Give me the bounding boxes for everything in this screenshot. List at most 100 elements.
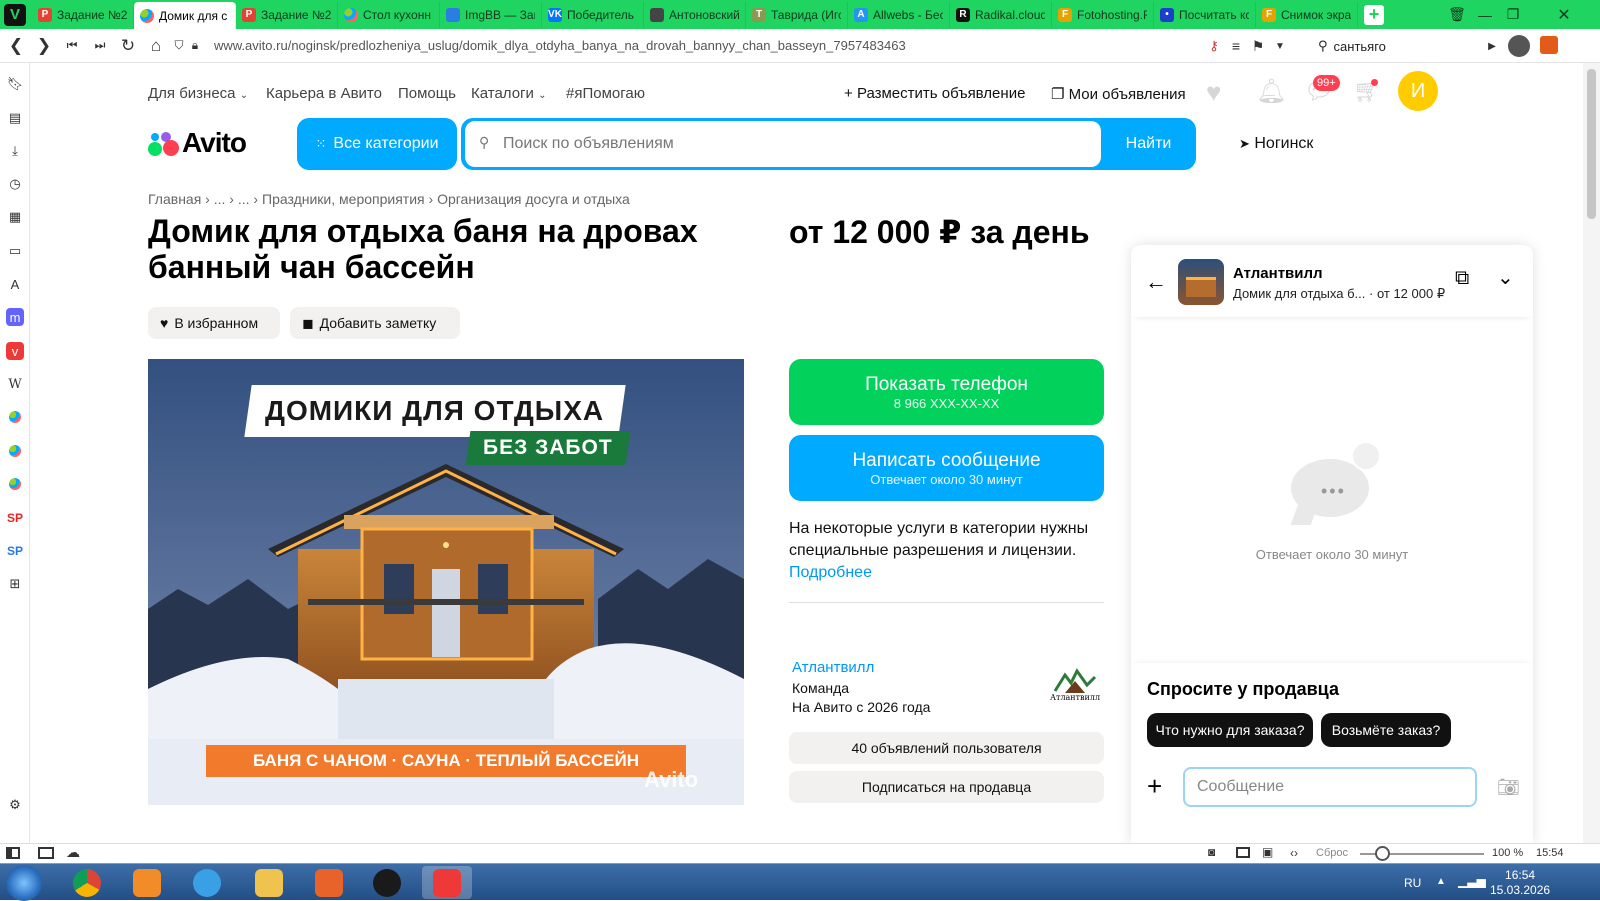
tab-9[interactable]: R Radikal.cloud	[950, 1, 1052, 28]
vivaldi-logo-icon[interactable]: V	[4, 3, 26, 26]
show-phone-button[interactable]: Показать телефон 8 966 XXX-XX-XX	[789, 359, 1104, 425]
tab-1[interactable]: Домик для с	[134, 2, 236, 29]
seller-logo[interactable]: Атлантвилл	[1047, 665, 1103, 705]
trash-icon[interactable]: 🗑	[1444, 0, 1470, 29]
write-message-button[interactable]: Написать сообщение Отвечает около 30 мин…	[789, 435, 1104, 501]
page-scrollbar[interactable]	[1583, 63, 1600, 843]
link-catalogs[interactable]: Каталоги ⌄	[471, 85, 546, 102]
panel-toggle-icon[interactable]	[6, 847, 20, 859]
downloads-icon[interactable]: ⤓	[6, 142, 24, 160]
start-button[interactable]	[6, 865, 42, 901]
minimize-button[interactable]: —	[1472, 0, 1498, 29]
more-info-link[interactable]: Подробнее	[789, 562, 1109, 584]
avito-panel-icon[interactable]	[6, 442, 24, 460]
camera-icon[interactable]: 📷︎	[1497, 777, 1520, 798]
tab-5[interactable]: VK Победитель	[542, 1, 644, 28]
sp-panel-icon[interactable]: SP	[6, 509, 24, 527]
url-field[interactable]: www.avito.ru/noginsk/predlozheniya_uslug…	[214, 38, 1174, 53]
search-input[interactable]	[465, 121, 1101, 167]
tab-8[interactable]: A Allwebs - Бес	[848, 1, 950, 28]
attach-plus-icon[interactable]: +	[1147, 773, 1162, 799]
scrollbar-thumb[interactable]	[1587, 69, 1596, 219]
collapse-chevron-icon[interactable]: ⌄	[1497, 265, 1514, 290]
sp-panel-icon[interactable]: SP	[6, 542, 24, 560]
favorite-button[interactable]: ♥ В избранном	[148, 307, 280, 339]
back-button[interactable]: ❮	[2, 32, 30, 60]
taskbar-vivaldi[interactable]	[422, 866, 472, 899]
breadcrumb-item[interactable]: ...	[238, 191, 250, 207]
link-ya-pomogayu[interactable]: #яПомогаю	[566, 85, 645, 102]
shield-icon[interactable]: ⛉	[170, 32, 188, 60]
history-icon[interactable]: ◷	[6, 175, 24, 193]
zoom-reset-button[interactable]: Сброс	[1316, 847, 1348, 859]
cloud-sync-icon[interactable]: ☁	[66, 844, 80, 861]
post-ad-link[interactable]: + Разместить объявление	[844, 85, 1025, 102]
tile-window-icon[interactable]	[1236, 847, 1250, 858]
taskbar-explorer[interactable]	[244, 866, 294, 899]
quick-question-button[interactable]: Возьмёте заказ?	[1321, 713, 1451, 747]
listing-photo[interactable]: ДОМИКИ ДЛЯ ОТДЫХА БЕЗ ЗАБОТ БАНЯ С ЧАНОМ…	[148, 359, 744, 805]
quick-question-button[interactable]: Что нужно для заказа?	[1147, 713, 1313, 747]
breadcrumb-leisure[interactable]: Организация досуга и отдыха	[437, 191, 630, 207]
notifications-bell-icon[interactable]: 🔔︎	[1256, 77, 1286, 106]
back-arrow-icon[interactable]: ←	[1145, 269, 1167, 295]
avito-panel-icon[interactable]	[6, 408, 24, 426]
home-button[interactable]: ⌂	[142, 32, 170, 60]
taskbar-app[interactable]	[304, 866, 354, 899]
open-external-icon[interactable]: ⧉	[1455, 267, 1469, 290]
translate-icon[interactable]: A	[6, 275, 24, 293]
tab-7[interactable]: T Таврида (Игс	[746, 1, 848, 28]
taskbar-media-player[interactable]	[122, 866, 172, 899]
link-career[interactable]: Карьера в Авито	[266, 85, 382, 102]
bookmarks-panel-icon[interactable]: 🔖︎	[6, 75, 24, 93]
code-icon[interactable]: ‹›	[1290, 846, 1298, 860]
reload-button[interactable]: ↻	[114, 32, 142, 60]
tile-icon[interactable]	[38, 847, 54, 859]
forward-button[interactable]: ❯	[30, 32, 58, 60]
city-selector[interactable]: ➤ Ногинск	[1239, 135, 1313, 153]
tab-10[interactable]: F Fotohosting.F	[1052, 1, 1154, 28]
breadcrumb-home[interactable]: Главная	[148, 191, 201, 207]
close-window-button[interactable]: ✕	[1528, 0, 1600, 29]
tab-11[interactable]: • Посчитать кс	[1154, 1, 1256, 28]
breadcrumb-item[interactable]: ...	[214, 191, 226, 207]
capture-icon[interactable]: ◙	[1208, 845, 1215, 859]
window-panel-icon[interactable]: ▭	[6, 242, 24, 260]
signal-icon[interactable]: ▁▃▅	[1458, 874, 1486, 888]
tab-6[interactable]: Антоновский	[644, 1, 746, 28]
language-indicator[interactable]: RU	[1404, 876, 1421, 890]
tab-12[interactable]: F Снимок экра	[1256, 1, 1358, 28]
add-panel-icon[interactable]: ⊞	[6, 575, 24, 593]
mastodon-icon[interactable]: m	[6, 308, 24, 326]
all-categories-button[interactable]: ⁙ Все категории	[297, 118, 457, 170]
profile-avatar-icon[interactable]	[1508, 35, 1530, 57]
taskbar-hp[interactable]	[362, 866, 412, 899]
search-button[interactable]: Найти	[1101, 118, 1196, 170]
subscribe-seller-button[interactable]: Подписаться на продавца	[789, 771, 1104, 803]
wikipedia-icon[interactable]: W	[6, 375, 24, 393]
tab-2[interactable]: P Задание №2	[236, 1, 338, 28]
rewind-button[interactable]: ⏮	[58, 32, 86, 60]
maximize-button[interactable]: ❐	[1500, 0, 1526, 29]
zoom-slider-handle[interactable]	[1375, 846, 1390, 861]
settings-gear-icon[interactable]: ⚙	[6, 796, 24, 814]
extension-icon[interactable]	[1540, 36, 1558, 54]
message-input[interactable]	[1183, 767, 1477, 807]
seller-name-link[interactable]: Атлантвилл	[792, 659, 874, 676]
new-tab-button[interactable]: +	[1364, 4, 1384, 25]
user-avatar[interactable]: И	[1398, 71, 1438, 111]
avito-logo[interactable]: Avito	[148, 127, 247, 159]
tray-arrow-icon[interactable]: ▲	[1436, 876, 1446, 887]
fast-forward-button[interactable]: ⏭	[86, 32, 114, 60]
taskbar-clock[interactable]: 16:54 15.03.2026	[1490, 868, 1550, 898]
avito-panel-icon[interactable]	[6, 475, 24, 493]
tab-3[interactable]: Стол кухонн	[338, 1, 440, 28]
image-icon[interactable]: ▣	[1262, 845, 1273, 859]
add-note-button[interactable]: ◼ Добавить заметку	[290, 307, 460, 339]
seller-ads-button[interactable]: 40 объявлений пользователя	[789, 732, 1104, 764]
chat-listing-thumbnail[interactable]	[1178, 259, 1224, 305]
my-ads-link[interactable]: ❐ Мои объявления	[1051, 85, 1186, 103]
link-help[interactable]: Помощь	[398, 85, 456, 102]
taskbar-chrome[interactable]	[62, 866, 112, 899]
tab-0[interactable]: P Задание №2	[32, 1, 134, 28]
